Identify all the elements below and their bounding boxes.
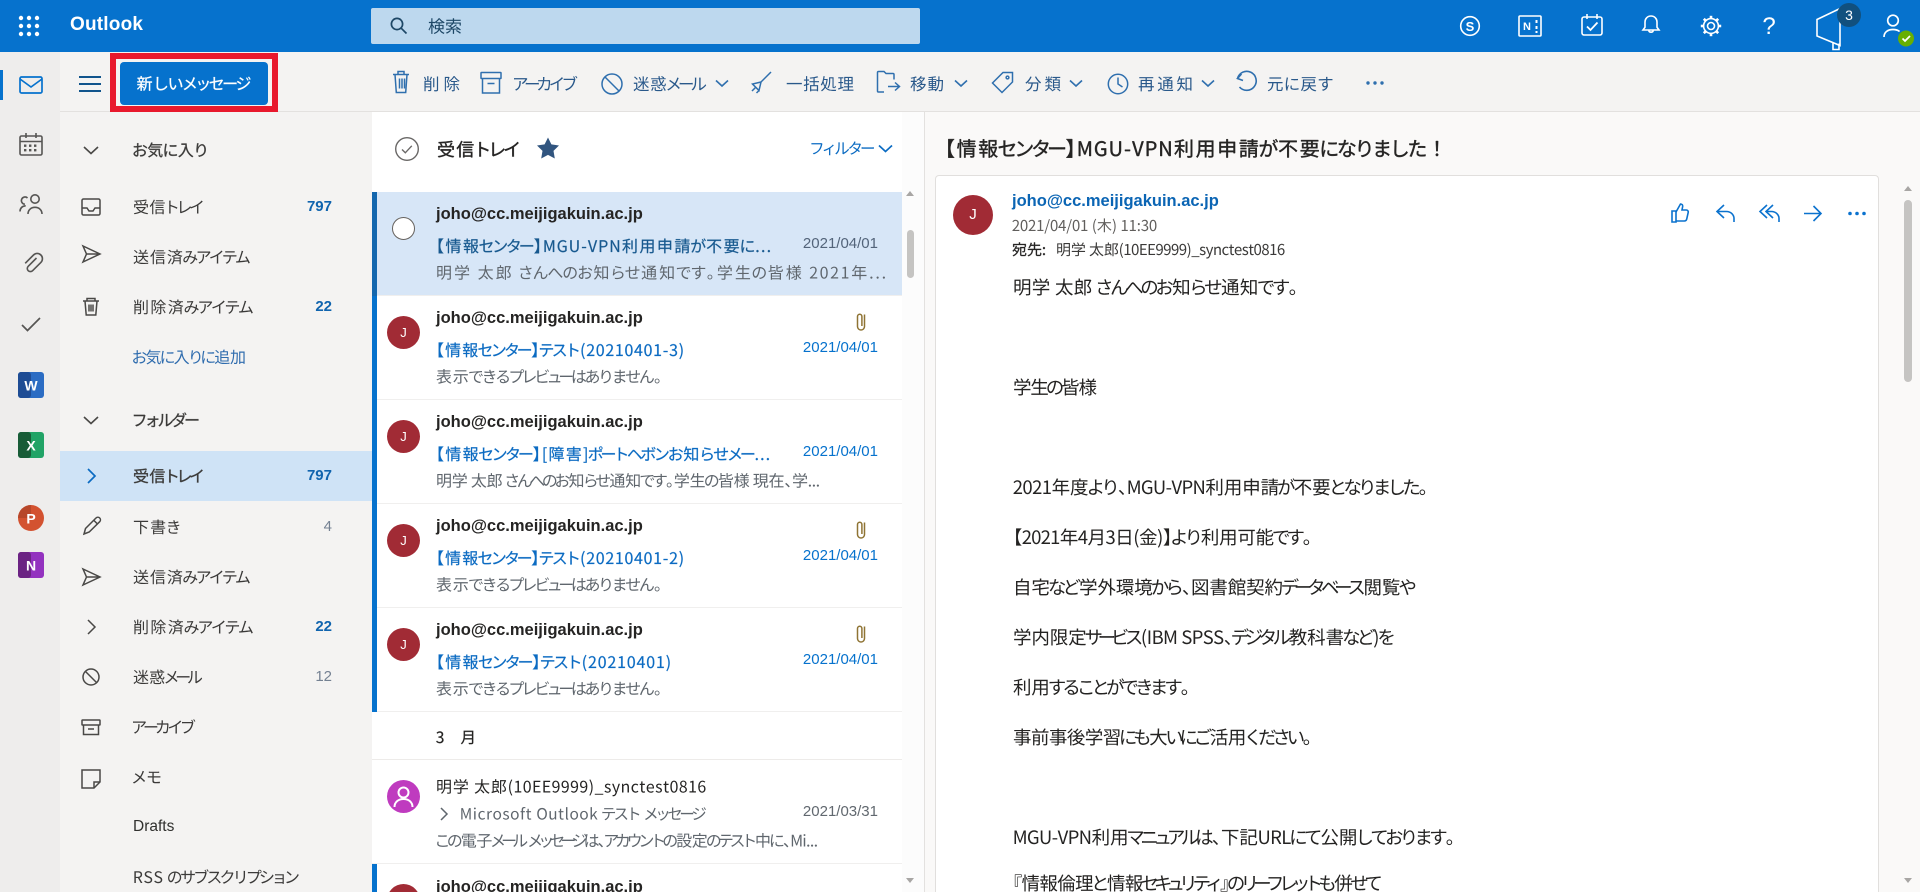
svg-text:3: 3 — [1845, 7, 1853, 23]
svg-text:N: N — [26, 558, 36, 574]
svg-text:X: X — [26, 438, 36, 454]
svg-text:S: S — [1466, 19, 1475, 34]
svg-text:?: ? — [1762, 13, 1775, 40]
svg-text:N: N — [1523, 21, 1531, 33]
svg-text:P: P — [26, 511, 35, 527]
svg-text:W: W — [24, 378, 38, 394]
